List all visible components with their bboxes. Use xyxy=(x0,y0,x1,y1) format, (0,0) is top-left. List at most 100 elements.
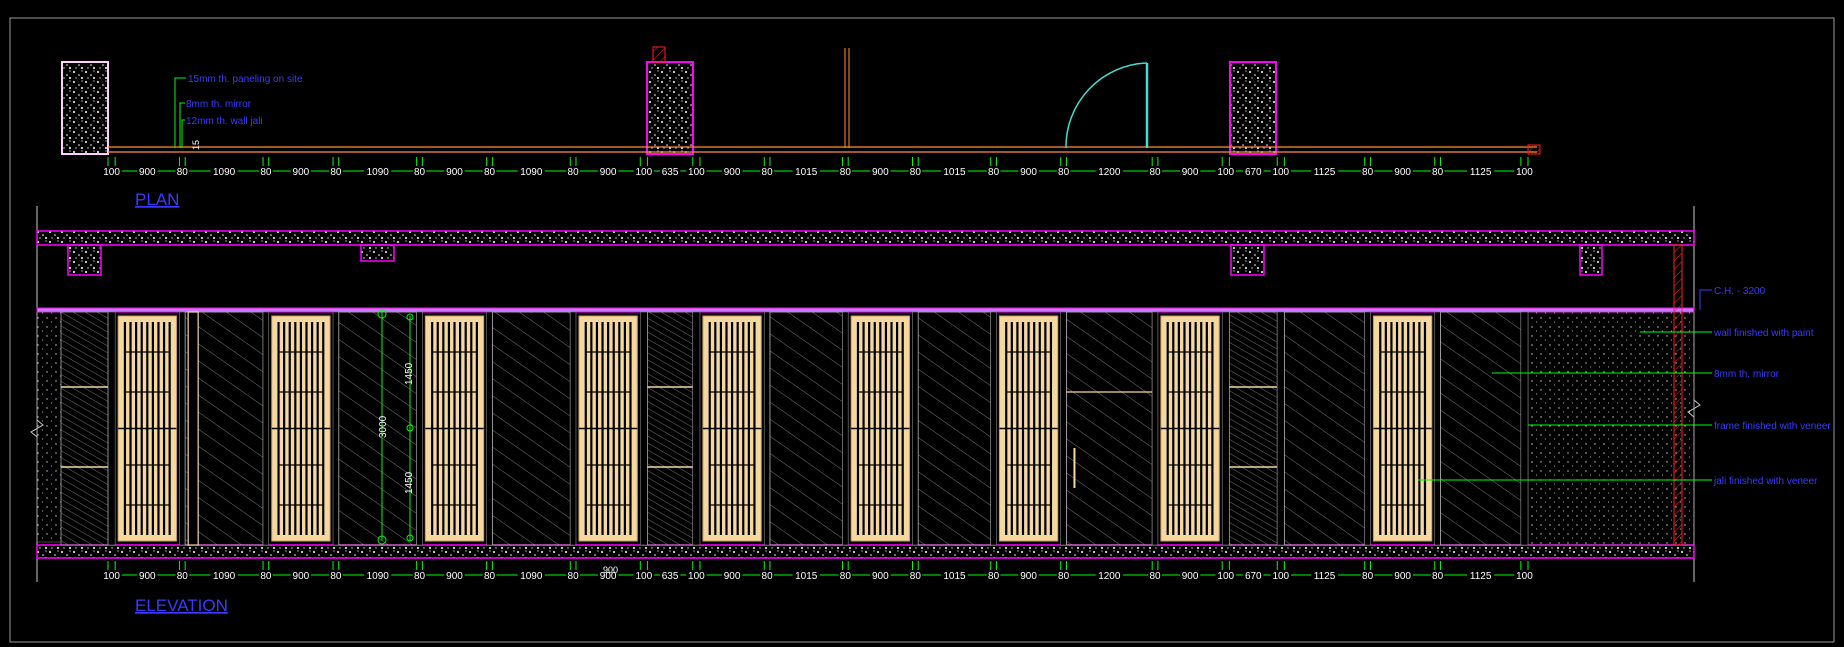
plan-dim-label: 80 xyxy=(177,167,189,178)
plan-dim-label: 900 xyxy=(600,167,617,178)
jali-panel xyxy=(578,315,638,542)
elevation-dim-label: 80 xyxy=(568,571,580,582)
plan-dim-label: 80 xyxy=(330,167,342,178)
plan-dim-label: 900 xyxy=(1394,167,1411,178)
plan-dim-label: 100 xyxy=(1217,167,1234,178)
plan-dim-label: 80 xyxy=(414,167,426,178)
beam-2 xyxy=(360,244,395,262)
elevation-dim-label: 900 xyxy=(446,571,463,582)
ceiling-slab xyxy=(36,230,1695,246)
mirror-panel xyxy=(1283,311,1366,546)
elevation-dim-label: 80 xyxy=(330,571,342,582)
plan-dim-label: 900 xyxy=(293,167,310,178)
elevation-dim-label: 100 xyxy=(103,571,120,582)
plan-dim-label: 100 xyxy=(103,167,120,178)
frame-strip xyxy=(262,311,270,546)
plan-dim-label: 80 xyxy=(1432,167,1444,178)
elevation-dim-label: 900 xyxy=(1394,571,1411,582)
elevation-dim-label: 100 xyxy=(636,571,653,582)
frame-strip xyxy=(639,311,648,546)
elevation-dim-label: 1125 xyxy=(1314,571,1336,582)
floor-slab xyxy=(36,544,1695,559)
dim-total-height: 3000 xyxy=(378,415,389,438)
plan-note-mirror: 8mm th. mirror xyxy=(186,99,252,110)
plan-note-jali: 12mm th. wall jali xyxy=(186,116,263,127)
elevation-dim-label: 100 xyxy=(688,571,705,582)
elevation-dim-label: 900 xyxy=(1182,571,1199,582)
beam-3 xyxy=(1230,244,1265,276)
elevation-dim-label: 80 xyxy=(762,571,774,582)
elevation-dim-label: 900 xyxy=(872,571,889,582)
mirror-panel xyxy=(491,311,571,546)
elevation-dim-label: 1090 xyxy=(520,571,543,582)
plan-dim-label: 1090 xyxy=(367,167,390,178)
plan-dim-label: 1090 xyxy=(213,167,236,178)
wall-finish-note: wall finished with paint xyxy=(1713,328,1814,339)
frame-strip xyxy=(1364,311,1371,546)
door-swing-arc xyxy=(1065,62,1148,149)
elevation-dim-label: 80 xyxy=(1058,571,1070,582)
elevation-dim-label: 1090 xyxy=(367,571,390,582)
plan-dim-label: 80 xyxy=(1149,167,1161,178)
frame-strip xyxy=(332,311,340,546)
elevation-dim-label: 100 xyxy=(1272,571,1289,582)
elevation-dim-label: 900 xyxy=(1020,571,1037,582)
elevation-dim-label: 1015 xyxy=(943,571,966,582)
cad-drawing: 15mm th. paneling on site 8mm th. mirror… xyxy=(9,17,1835,643)
elevation-title: ELEVATION xyxy=(135,596,228,615)
elevation-dim-label: 80 xyxy=(260,571,272,582)
elevation-dim-label: 900 xyxy=(293,571,310,582)
jali-finish-note: jali finished with veneer xyxy=(1713,476,1818,487)
plan-dim-label: 900 xyxy=(446,167,463,178)
plan-dim-label: 900 xyxy=(139,167,156,178)
veneer-frame-panel xyxy=(647,311,694,546)
veneer-frame-panel xyxy=(1228,311,1278,546)
jali-panel xyxy=(1160,315,1220,542)
elevation-dim-label: 80 xyxy=(840,571,852,582)
plan-dim-label: 670 xyxy=(1245,167,1262,178)
left-veneer-panel xyxy=(60,311,109,546)
elevation-dim-label: 80 xyxy=(1362,571,1374,582)
plan-red-block xyxy=(652,46,666,63)
frame-strip xyxy=(1151,311,1159,546)
plan-dim-label: 80 xyxy=(484,167,496,178)
ceiling-height-note: C.H. - 3200 xyxy=(1714,286,1766,297)
plan-dim-label: 1015 xyxy=(943,167,966,178)
plan-column-1 xyxy=(61,61,109,155)
plan-dim-label: 80 xyxy=(568,167,580,178)
elevation-dim-label: 900 xyxy=(724,571,741,582)
elevation-dim-label: 1015 xyxy=(795,571,818,582)
elevation-dim-label: 80 xyxy=(1432,571,1444,582)
elevation-dim-label: 80 xyxy=(484,571,496,582)
elevation-small-dim: 900 xyxy=(603,565,618,575)
plan-dim-label: 80 xyxy=(762,167,774,178)
frame-strip xyxy=(990,311,997,546)
plan-dim-label: 900 xyxy=(1020,167,1037,178)
mirror-panel xyxy=(769,311,843,546)
plan-dim-label: 100 xyxy=(688,167,705,178)
plan-dim-label: 900 xyxy=(1182,167,1199,178)
jali-panel xyxy=(1372,315,1433,542)
elevation-dim-label: 635 xyxy=(662,571,679,582)
elevation-dim-label: 80 xyxy=(177,571,189,582)
plan-title: PLAN xyxy=(135,190,179,209)
frame-strip xyxy=(912,311,919,546)
plan-dim-label: 1125 xyxy=(1314,167,1336,178)
jali-panel xyxy=(850,315,910,542)
frame-strip xyxy=(179,311,186,546)
jali-panel xyxy=(271,315,331,542)
plan-dim-label: 80 xyxy=(988,167,1000,178)
wood-post xyxy=(187,311,199,546)
elevation-dim-label: 80 xyxy=(1149,571,1161,582)
mirror-panel xyxy=(1440,311,1522,546)
jali-panel xyxy=(117,315,177,542)
frame-strip xyxy=(763,311,771,546)
plan-dim-label: 80 xyxy=(910,167,922,178)
frame-strip xyxy=(842,311,849,546)
elevation-dim-label: 80 xyxy=(414,571,426,582)
painted-wall xyxy=(1527,311,1695,546)
dim-upper-height: 1450 xyxy=(404,362,415,385)
mirror-note: 8mm th. mirror xyxy=(1714,369,1780,380)
plan-dim-label: 900 xyxy=(872,167,889,178)
jali-panel xyxy=(702,315,762,542)
